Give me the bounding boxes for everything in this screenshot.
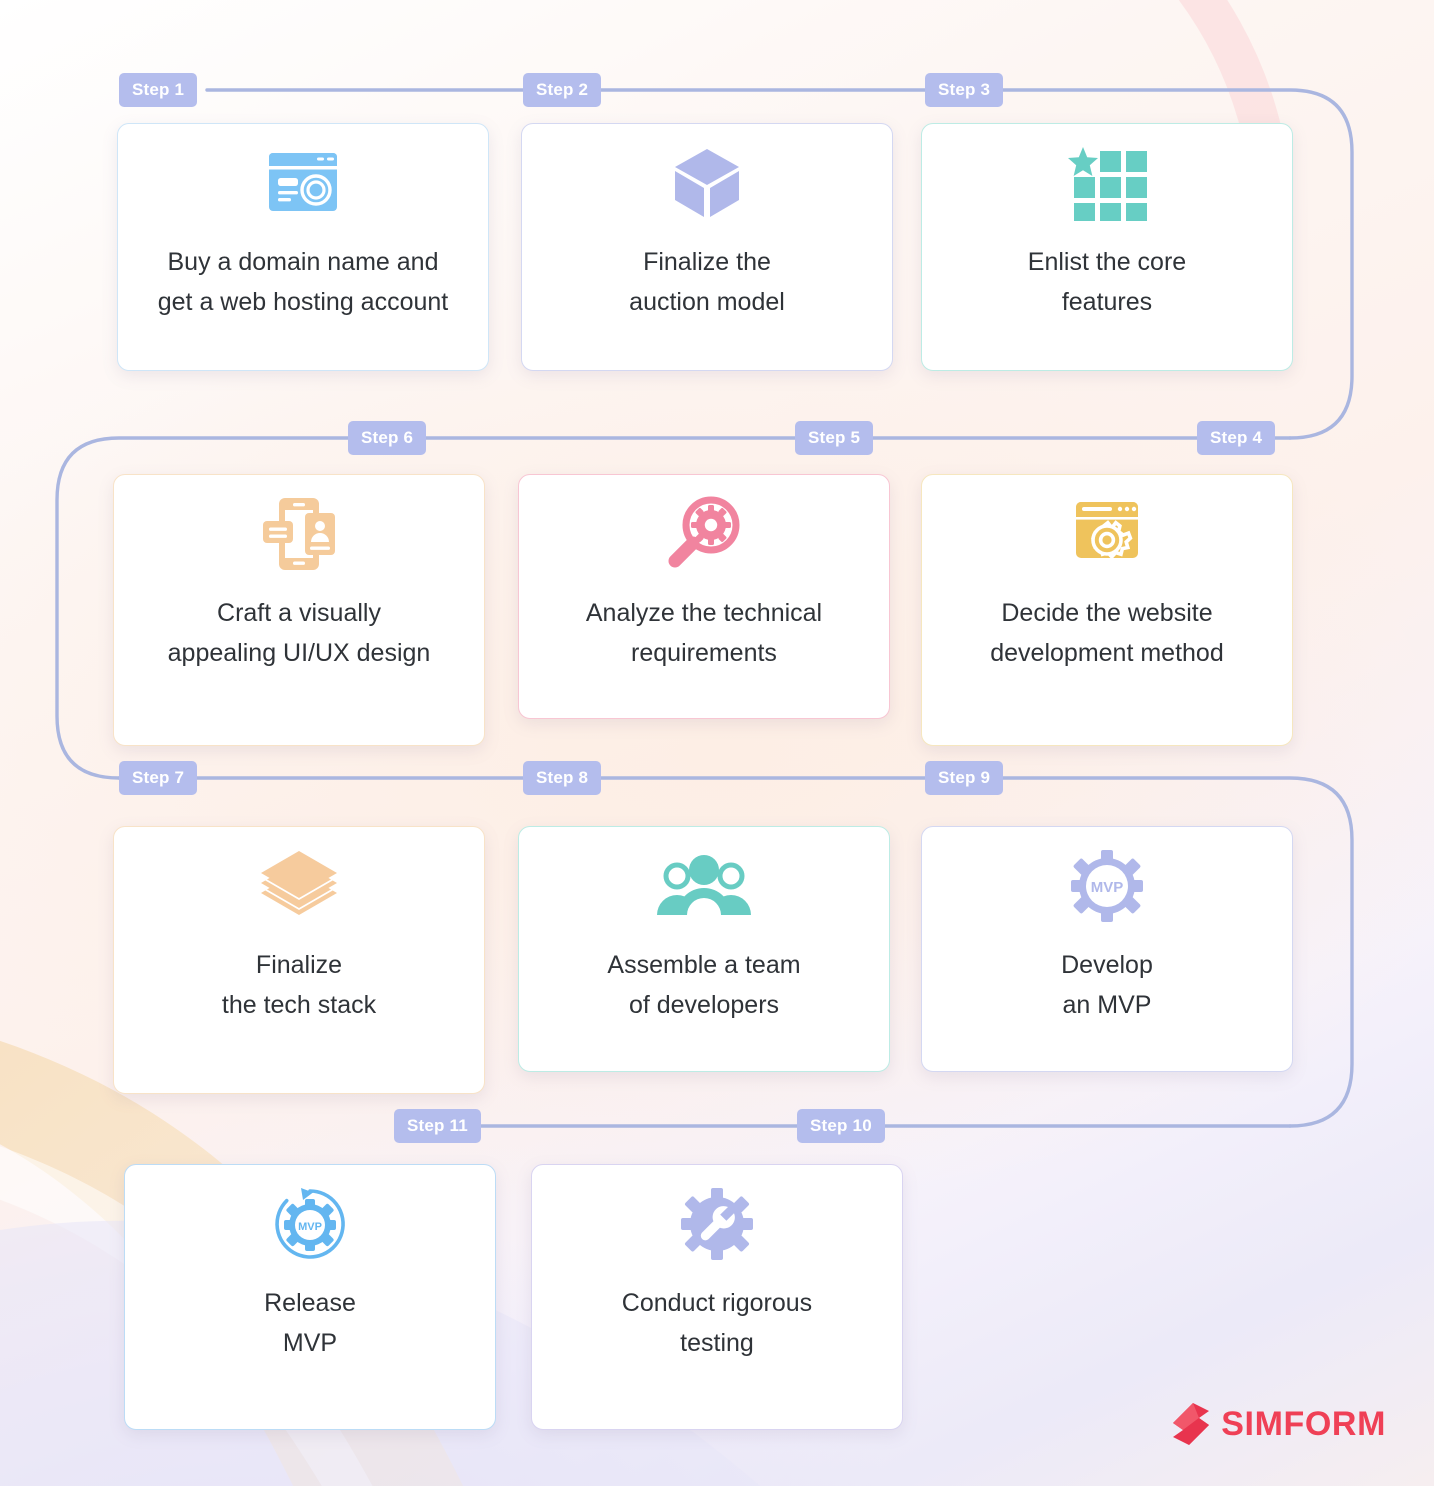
step-icon-6-wrap (114, 475, 484, 593)
step-card-5[interactable]: Analyze the technical requirements (518, 474, 890, 719)
step-badge-1[interactable]: Step 1 (119, 73, 198, 107)
step-icon-4-wrap (922, 475, 1292, 593)
step-badge-7[interactable]: Step 7 (119, 761, 198, 795)
browser-gear-icon (1076, 502, 1138, 560)
gear-wrench-icon (681, 1188, 753, 1260)
step-card-11[interactable]: MVP Release MVP (124, 1164, 496, 1430)
feature-grid-star-icon (1068, 147, 1147, 221)
gear-mvp-text: MVP (1091, 879, 1124, 896)
step-badge-5[interactable]: Step 5 (795, 421, 874, 455)
gear-mvp-refresh-text: MVP (298, 1221, 322, 1233)
step-label-8: Assemble a team of developers (607, 951, 801, 1019)
step-card-1[interactable]: Buy a domain name and get a web hosting … (117, 123, 489, 371)
step-badge-11[interactable]: Step 11 (394, 1109, 481, 1143)
gear-mvp-refresh-icon: MVP (275, 1188, 345, 1259)
layers-stack-icon (261, 851, 337, 915)
step-icon-9-wrap: MVP (922, 827, 1292, 945)
step-label-2: Finalize the auction model (629, 248, 785, 316)
step-card-7[interactable]: Finalize the tech stack (113, 826, 485, 1094)
step-badge-10[interactable]: Step 10 (797, 1109, 885, 1143)
mobile-ui-design-icon (263, 498, 335, 570)
browser-window-icon (269, 153, 337, 211)
step-label-9: Develop an MVP (1061, 951, 1153, 1019)
step-label-6: Craft a visually appealing UI/UX design (167, 599, 431, 667)
step-label-1: Buy a domain name and get a web hosting … (157, 248, 449, 316)
step-badge-2[interactable]: Step 2 (523, 73, 602, 107)
simform-logo-text: SIMFORM (1221, 1404, 1386, 1443)
step-label-7: Finalize the tech stack (221, 951, 377, 1019)
step-icon-2-wrap (522, 124, 892, 242)
step-icon-1-wrap (118, 124, 488, 242)
step-icon-10-wrap (532, 1165, 902, 1283)
step-icon-11-wrap: MVP (125, 1165, 495, 1283)
step-label-5: Analyze the technical requirements (585, 599, 823, 667)
step-card-3[interactable]: Enlist the core features (921, 123, 1293, 371)
step-icon-3-wrap (922, 124, 1292, 242)
step-badge-3[interactable]: Step 3 (925, 73, 1004, 107)
step-card-6[interactable]: Craft a visually appealing UI/UX design (113, 474, 485, 746)
magnifier-gear-icon (668, 496, 740, 568)
step-card-2[interactable]: Finalize the auction model (521, 123, 893, 371)
step-card-9[interactable]: MVP Develop an MVP (921, 826, 1293, 1072)
step-label-4: Decide the website development method (990, 599, 1224, 667)
step-card-8[interactable]: Assemble a team of developers (518, 826, 890, 1072)
step-icon-5-wrap (519, 475, 889, 593)
step-label-10: Conduct rigorous testing (621, 1289, 813, 1357)
step-badge-4[interactable]: Step 4 (1197, 421, 1276, 455)
step-icon-7-wrap (114, 827, 484, 945)
step-badge-6[interactable]: Step 6 (348, 421, 427, 455)
simform-logo: SIMFORM (1171, 1402, 1386, 1446)
step-card-4[interactable]: Decide the website development method (921, 474, 1293, 746)
step-icon-8-wrap (519, 827, 889, 945)
step-badge-8[interactable]: Step 8 (523, 761, 602, 795)
gear-mvp-icon: MVP (1071, 850, 1143, 922)
step-card-10[interactable]: Conduct rigorous testing (531, 1164, 903, 1430)
step-label-11: Release MVP (264, 1289, 356, 1357)
step-label-3: Enlist the core features (1027, 248, 1187, 316)
infographic-canvas: Step 1 Buy a domain name and get a web h… (0, 0, 1434, 1486)
cube-box-icon (675, 149, 739, 217)
step-badge-9[interactable]: Step 9 (925, 761, 1004, 795)
team-people-icon (657, 855, 751, 915)
simform-logo-mark (1173, 1403, 1210, 1445)
